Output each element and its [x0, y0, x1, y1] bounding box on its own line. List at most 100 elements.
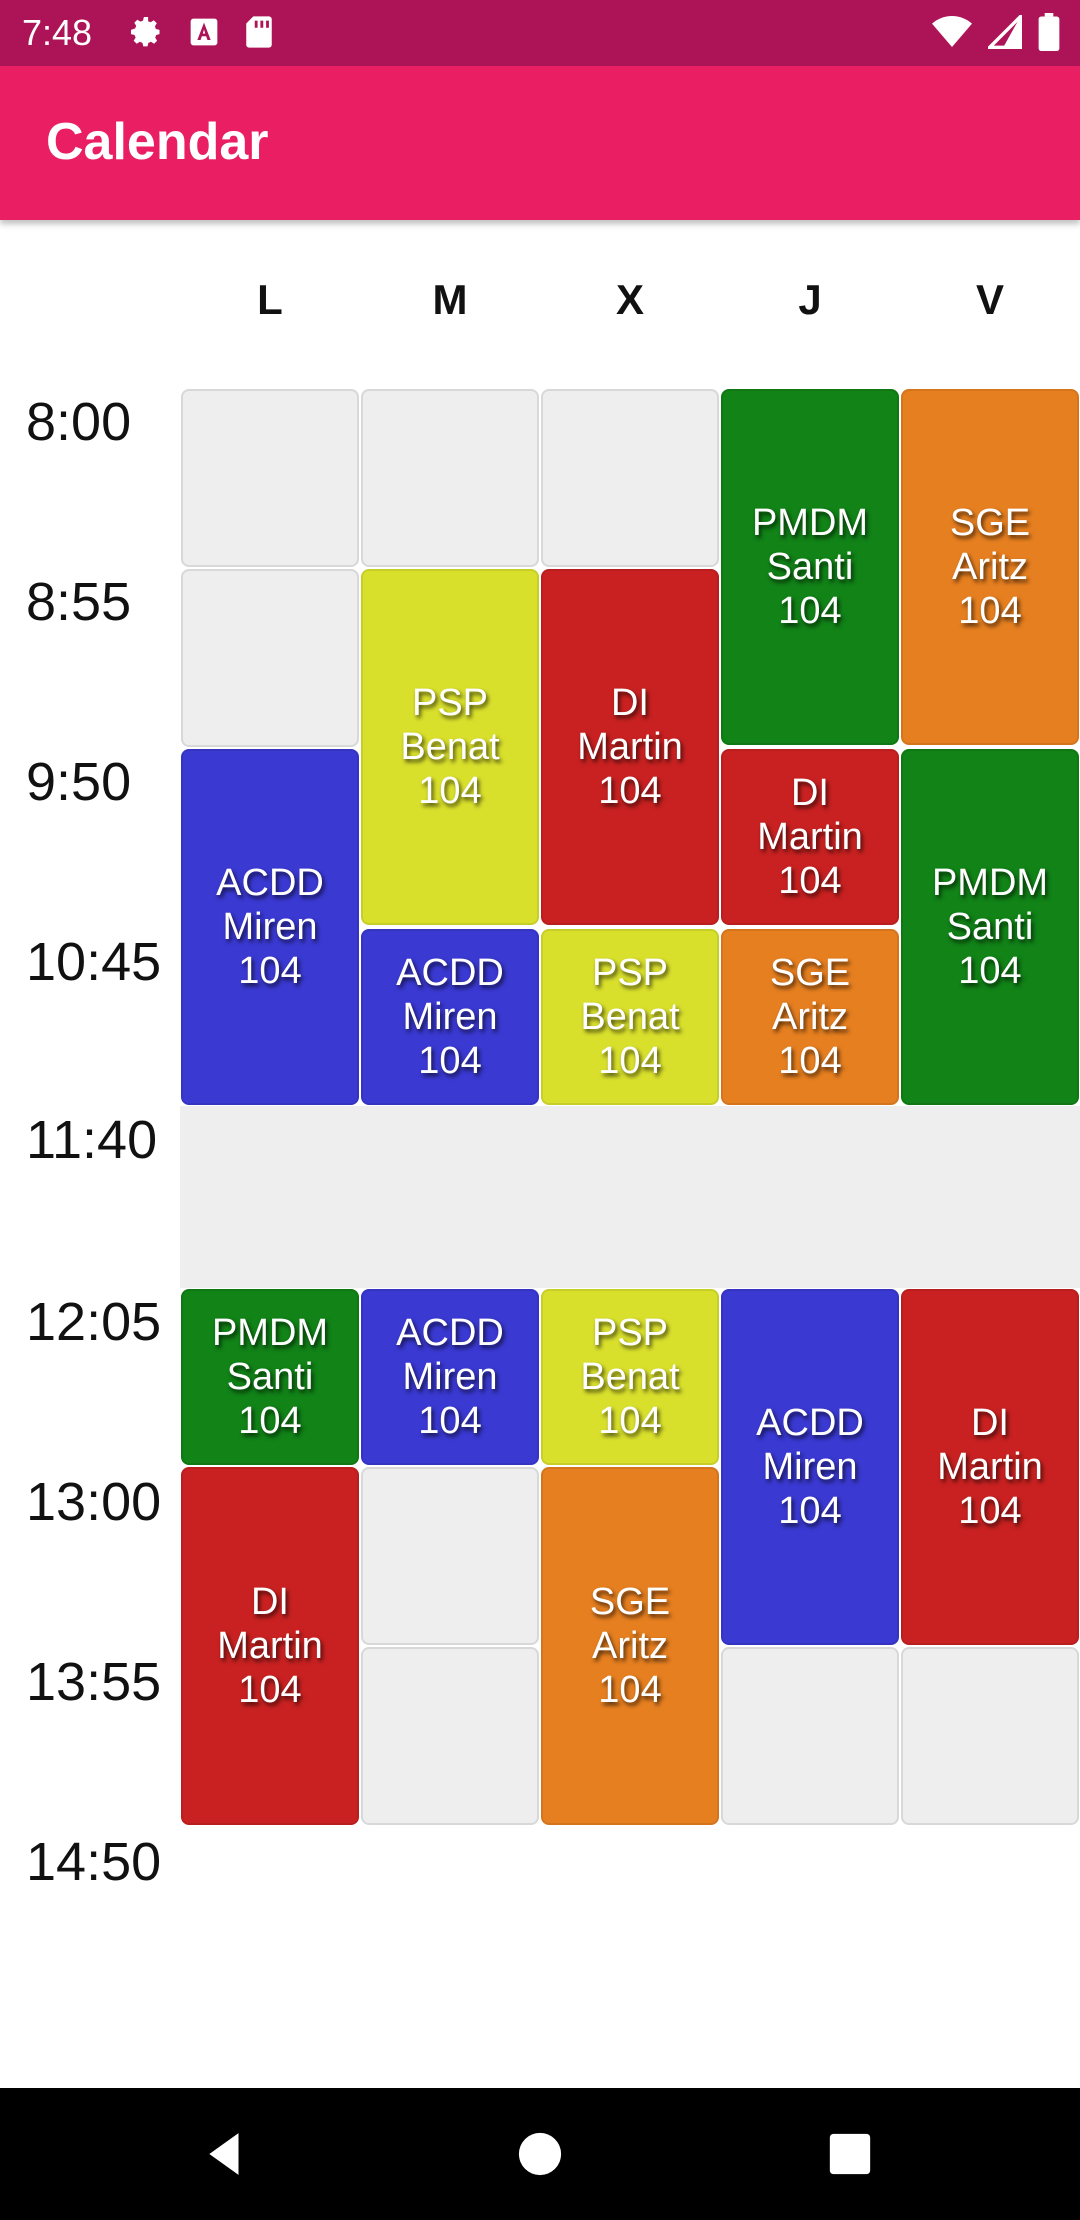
class-block-di[interactable]: DI Martin 104: [181, 1467, 359, 1825]
class-subject: DI: [790, 772, 829, 814]
sd-card-icon: [244, 15, 274, 54]
class-block-sge[interactable]: SGE Aritz 104: [721, 929, 899, 1105]
class-room: 104: [598, 1669, 662, 1711]
class-subject: DI: [610, 682, 649, 724]
class-teacher: Aritz: [772, 996, 848, 1038]
back-icon: [209, 2133, 239, 2175]
class-teacher: Benat: [580, 996, 680, 1038]
class-block-di[interactable]: DI Martin 104: [901, 1289, 1079, 1645]
class-subject: ACDD: [756, 1402, 864, 1444]
day-header-x: X: [615, 276, 644, 323]
class-teacher: Miren: [762, 1446, 858, 1488]
page-title: Calendar: [46, 113, 269, 171]
class-teacher: Martin: [757, 816, 863, 858]
class-teacher: Martin: [577, 726, 683, 768]
class-subject: PMDM: [931, 862, 1049, 904]
class-room: 104: [418, 1400, 482, 1442]
empty-slot[interactable]: [901, 1647, 1079, 1825]
text-a-icon: [188, 16, 220, 53]
time-label: 8:55: [26, 572, 132, 632]
time-label: 8:00: [26, 392, 132, 452]
class-room: 104: [958, 1490, 1022, 1532]
class-room: 104: [958, 950, 1022, 992]
navigation-bar: [0, 2088, 1080, 2220]
class-room: 104: [238, 1669, 302, 1711]
settings-icon: [128, 14, 164, 55]
time-label: 13:55: [26, 1652, 162, 1712]
class-subject: PSP: [591, 952, 669, 994]
class-room: 104: [778, 590, 842, 632]
status-bar: 7:48: [0, 0, 1080, 66]
class-room: 104: [598, 1400, 662, 1442]
class-block-acdd[interactable]: ACDD Miren 104: [721, 1289, 899, 1645]
time-label: 9:50: [26, 752, 132, 812]
time-label: 13:00: [26, 1472, 162, 1532]
class-teacher: Miren: [402, 996, 498, 1038]
status-icons-right: [932, 12, 1060, 56]
class-teacher: Miren: [402, 1356, 498, 1398]
recents-button[interactable]: [812, 2116, 888, 2192]
class-subject: PSP: [411, 682, 489, 724]
class-teacher: Santi: [766, 546, 854, 588]
class-room: 104: [778, 1490, 842, 1532]
class-block-pmdm[interactable]: PMDM Santi 104: [181, 1289, 359, 1465]
class-room: 104: [598, 770, 662, 812]
class-subject: DI: [970, 1402, 1009, 1444]
signal-icon: [985, 12, 1022, 54]
day-header-m: M: [432, 276, 468, 323]
class-teacher: Martin: [217, 1625, 323, 1667]
class-block-psp[interactable]: PSP Benat 104: [361, 569, 539, 925]
break-row: [180, 1106, 1080, 1288]
class-block-acdd[interactable]: ACDD Miren 104: [361, 929, 539, 1105]
empty-slot[interactable]: [721, 1647, 899, 1825]
empty-slot[interactable]: [181, 389, 359, 567]
empty-slot[interactable]: [181, 569, 359, 747]
class-room: 104: [598, 1040, 662, 1082]
back-button[interactable]: [188, 2116, 264, 2192]
empty-slot[interactable]: [541, 389, 719, 567]
recents-icon: [829, 2133, 871, 2175]
class-teacher: Martin: [937, 1446, 1043, 1488]
home-button[interactable]: [502, 2116, 578, 2192]
class-block-sge[interactable]: SGE Aritz 104: [541, 1467, 719, 1825]
class-subject: ACDD: [396, 952, 504, 994]
empty-slot[interactable]: [361, 1467, 539, 1645]
class-subject: SGE: [769, 952, 851, 994]
class-block-sge[interactable]: SGE Aritz 104: [901, 389, 1079, 745]
class-subject: PMDM: [211, 1312, 329, 1354]
day-header-j: J: [798, 276, 822, 323]
status-time: 7:48: [22, 12, 93, 53]
class-room: 104: [778, 1040, 842, 1082]
class-block-di[interactable]: DI Martin 104: [721, 749, 899, 925]
empty-slot[interactable]: [361, 1647, 539, 1825]
class-room: 104: [418, 770, 482, 812]
class-subject: PMDM: [751, 502, 869, 544]
status-icons-left: [128, 14, 274, 54]
class-block-di[interactable]: DI Martin 104: [541, 569, 719, 925]
class-subject: PSP: [591, 1312, 669, 1354]
class-teacher: Aritz: [592, 1625, 668, 1667]
class-subject: SGE: [589, 1581, 671, 1623]
empty-slot[interactable]: [361, 389, 539, 567]
class-block-psp[interactable]: PSP Benat 104: [541, 929, 719, 1105]
day-header-l: L: [257, 276, 283, 323]
home-icon: [518, 2132, 562, 2176]
class-room: 104: [238, 950, 302, 992]
time-label: 12:05: [26, 1292, 162, 1352]
class-teacher: Benat: [400, 726, 500, 768]
class-subject: ACDD: [216, 862, 324, 904]
class-room: 104: [958, 590, 1022, 632]
class-block-pmdm[interactable]: PMDM Santi 104: [901, 749, 1079, 1105]
class-room: 104: [778, 860, 842, 902]
class-room: 104: [418, 1040, 482, 1082]
class-block-pmdm[interactable]: PMDM Santi 104: [721, 389, 899, 745]
battery-icon: [1038, 12, 1060, 56]
wifi-icon: [932, 15, 972, 54]
class-block-psp[interactable]: PSP Benat 104: [541, 1289, 719, 1465]
class-subject: DI: [250, 1581, 289, 1623]
class-block-acdd[interactable]: ACDD Miren 104: [181, 749, 359, 1105]
time-label: 14:50: [26, 1832, 162, 1892]
class-block-acdd[interactable]: ACDD Miren 104: [361, 1289, 539, 1465]
class-room: 104: [238, 1400, 302, 1442]
class-subject: ACDD: [396, 1312, 504, 1354]
